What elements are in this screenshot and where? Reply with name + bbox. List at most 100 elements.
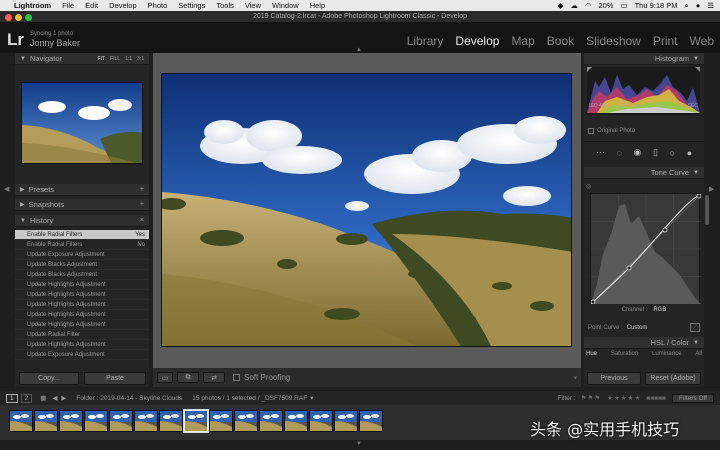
collapse-triangle-icon[interactable]: ▼ — [20, 218, 26, 224]
second-window-button[interactable]: 2 — [20, 393, 33, 403]
copy-button[interactable]: Copy... — [19, 372, 79, 385]
main-window-button[interactable]: 1 — [6, 393, 18, 403]
dropbox-icon[interactable]: ◆ — [558, 1, 564, 10]
left-panel-toggle-icon[interactable]: ◀ — [4, 185, 9, 193]
collapse-triangle-icon[interactable]: ▼ — [20, 56, 26, 62]
previous-button[interactable]: Previous — [587, 372, 641, 385]
reset-button[interactable]: Reset (Adobe) — [645, 372, 701, 385]
paste-button[interactable]: Paste — [84, 372, 146, 385]
filmstrip-thumbnail[interactable] — [84, 410, 108, 432]
filmstrip-thumbnail[interactable] — [34, 410, 58, 432]
collapse-triangle-icon[interactable]: ▼ — [693, 340, 699, 346]
zoom-1-1[interactable]: 1:1 — [125, 56, 132, 62]
sync-status[interactable]: Syncing 1 photo — [30, 31, 73, 37]
expand-triangle-icon[interactable]: ▶ — [20, 186, 25, 193]
avatar[interactable]: ● — [696, 1, 701, 10]
minimize-window-button[interactable] — [15, 14, 22, 21]
original-photo-toggle[interactable]: Original Photo — [588, 128, 635, 134]
clear-history-icon[interactable]: × — [140, 217, 144, 224]
filmstrip-thumbnail[interactable] — [9, 410, 33, 432]
menu-settings[interactable]: Settings — [178, 1, 205, 10]
point-curve-select[interactable]: Custom — [627, 325, 648, 331]
target-adjust-icon[interactable]: ◎ — [586, 183, 591, 190]
filmstrip-thumbnail[interactable] — [183, 409, 209, 433]
menu-develop[interactable]: Develop — [109, 1, 137, 10]
navigator-preview[interactable] — [21, 82, 143, 164]
wifi-icon[interactable]: ◠ — [585, 1, 592, 10]
radial-filter-icon[interactable]: ○ — [670, 148, 675, 158]
history-item[interactable]: Update Highlights Adjustment — [15, 310, 149, 320]
channel-select[interactable]: RGB — [653, 307, 666, 313]
battery-icon[interactable]: ▭ — [620, 1, 627, 10]
photo-count[interactable]: 15 photos / 1 selected / _DSF7509.RAF — [192, 395, 307, 402]
soft-proofing-checkbox[interactable] — [233, 374, 240, 381]
presets-header[interactable]: ▶ Presets + — [15, 184, 149, 196]
menu-view[interactable]: View — [245, 1, 261, 10]
original-photo-checkbox[interactable] — [588, 128, 594, 134]
navigator-header[interactable]: ▼ Navigator FIT FILL 1:1 3:1 — [15, 53, 149, 65]
history-item[interactable]: Update Exposure Adjustment — [15, 350, 149, 360]
history-item[interactable]: Update Highlights Adjustment — [15, 340, 149, 350]
histogram[interactable]: ISO 400 11.5 mm f / 11 1/₁₆₀ SEC — [587, 67, 700, 115]
toolbar-menu-icon[interactable]: ▾ — [573, 374, 577, 382]
zoom-fit[interactable]: FIT — [98, 56, 106, 62]
module-slideshow[interactable]: Slideshow — [586, 34, 641, 48]
edit-point-curve-icon[interactable]: ⟋ — [690, 323, 700, 332]
zoom-fill[interactable]: FILL — [110, 56, 120, 62]
right-panel-scrollbar[interactable] — [705, 195, 709, 225]
filmstrip-thumbnail[interactable] — [259, 410, 283, 432]
tab-luminance[interactable]: Luminance — [652, 351, 681, 357]
spot-removal-icon[interactable]: ◌ — [616, 148, 621, 158]
history-item[interactable]: Enable Radial Filters Yes — [15, 230, 149, 240]
search-icon[interactable]: ⌕ — [685, 1, 689, 11]
graduated-filter-icon[interactable]: ▯ — [653, 147, 658, 158]
adjustment-brush-icon[interactable]: ● — [687, 148, 692, 158]
history-item[interactable]: Update Blacks Adjustment — [15, 270, 149, 280]
filmstrip-thumbnail[interactable] — [284, 410, 308, 432]
filters-off-select[interactable]: Filters Off — [671, 393, 714, 403]
tab-hue[interactable]: Hue — [586, 351, 597, 357]
before-after-view-icon[interactable]: ⧉ — [177, 372, 199, 383]
tab-saturation[interactable]: Saturation — [611, 351, 638, 357]
history-item[interactable]: Update Highlights Adjustment — [15, 290, 149, 300]
history-item[interactable]: Update Radial Filter — [15, 330, 149, 340]
right-panel-toggle-icon[interactable]: ▶ — [709, 185, 714, 193]
history-item[interactable]: Update Highlights Adjustment — [15, 280, 149, 290]
hsl-header[interactable]: HSL / Color ▼ — [584, 337, 704, 349]
module-map[interactable]: Map — [511, 34, 534, 48]
star-rating-filter[interactable]: ★★★★★ — [607, 394, 641, 402]
collapse-triangle-icon[interactable]: ▼ — [693, 56, 699, 62]
menu-tools[interactable]: Tools — [216, 1, 234, 10]
filmstrip-thumbnail[interactable] — [334, 410, 358, 432]
tone-curve-graph[interactable] — [590, 193, 702, 305]
before-after-swap-icon[interactable]: ⇄ — [203, 372, 225, 383]
history-item[interactable]: Update Highlights Adjustment — [15, 320, 149, 330]
bottom-panel-toggle-icon[interactable]: ▼ — [356, 441, 362, 447]
main-photo[interactable] — [161, 73, 572, 347]
clock[interactable]: Thu 9:18 PM — [635, 1, 678, 10]
filmstrip-thumbnail[interactable] — [59, 410, 83, 432]
close-window-button[interactable] — [5, 14, 12, 21]
loupe-view-icon[interactable]: ▭ — [157, 372, 173, 383]
forward-arrow-icon[interactable]: ▶ — [61, 394, 66, 402]
red-eye-icon[interactable]: ◉ — [634, 147, 642, 158]
folder-source[interactable]: Folder : 2019-04-14 - Skyline Clouds — [76, 395, 182, 402]
module-develop[interactable]: Develop — [455, 34, 499, 48]
filmstrip-thumbnail[interactable] — [234, 410, 258, 432]
cloud-icon[interactable]: ☁ — [570, 1, 578, 10]
grid-view-icon[interactable]: ▦ — [40, 394, 46, 402]
module-print[interactable]: Print — [653, 34, 678, 48]
filmstrip-thumbnail[interactable] — [309, 410, 333, 432]
back-arrow-icon[interactable]: ◀ — [52, 394, 57, 402]
filmstrip-thumbnail[interactable] — [109, 410, 133, 432]
zoom-window-button[interactable] — [25, 14, 32, 21]
menu-help[interactable]: Help — [310, 1, 325, 10]
module-web[interactable]: Web — [690, 34, 714, 48]
add-preset-icon[interactable]: + — [140, 186, 144, 193]
menu-app[interactable]: Lightroom — [14, 1, 51, 10]
add-snapshot-icon[interactable]: + — [140, 201, 144, 208]
source-dropdown-icon[interactable]: ▾ — [310, 394, 313, 402]
menu-edit[interactable]: Edit — [85, 1, 98, 10]
expand-triangle-icon[interactable]: ▶ — [20, 201, 25, 208]
filmstrip-thumbnail[interactable] — [359, 410, 383, 432]
